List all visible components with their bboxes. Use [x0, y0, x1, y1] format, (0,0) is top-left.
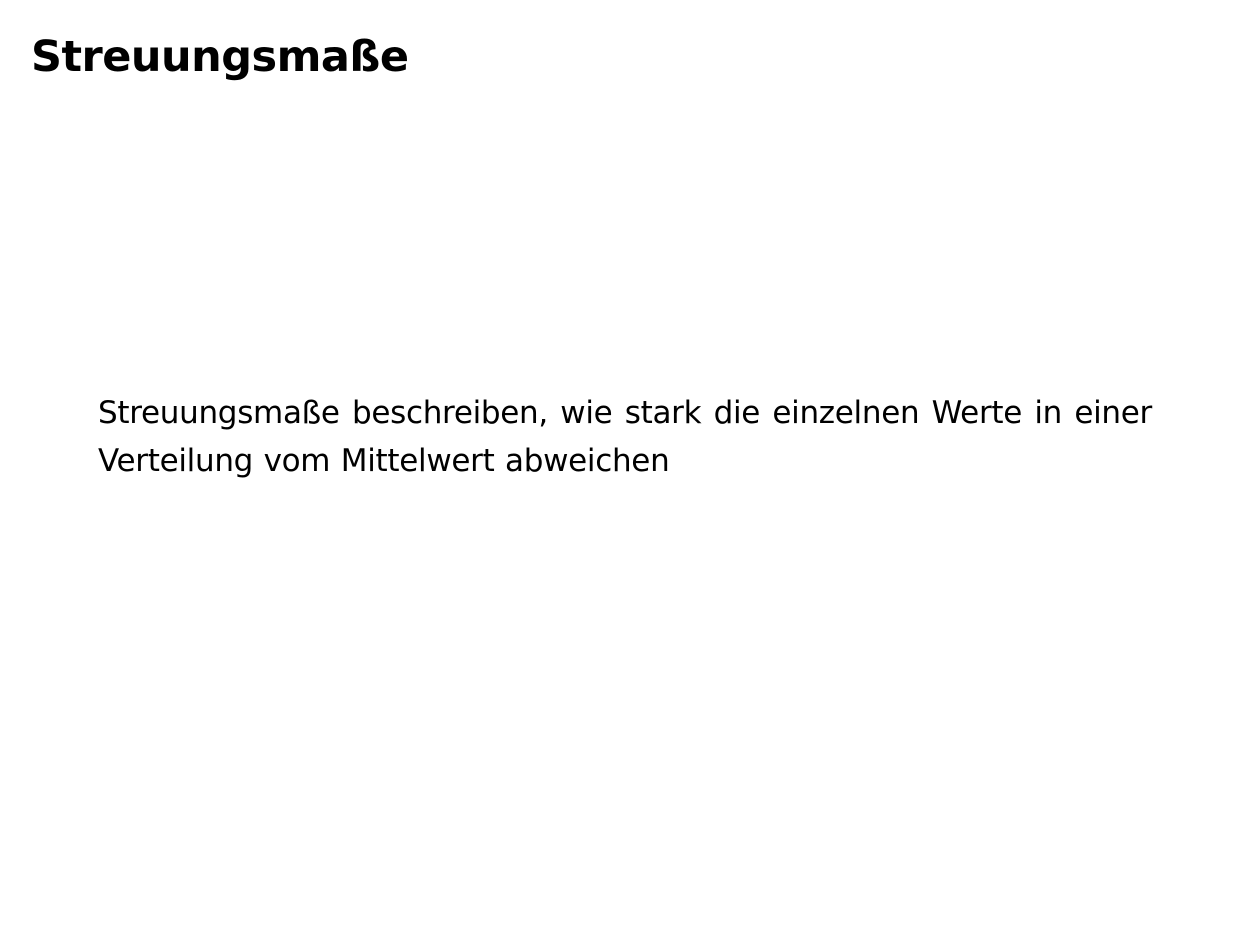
slide-body-text: Streuungsmaße beschreiben, wie stark die… — [98, 395, 1152, 479]
presentation-slide: Streuungsmaße Streuungsmaße beschreiben,… — [0, 0, 1260, 945]
slide-title: Streuungsmaße — [31, 32, 409, 82]
